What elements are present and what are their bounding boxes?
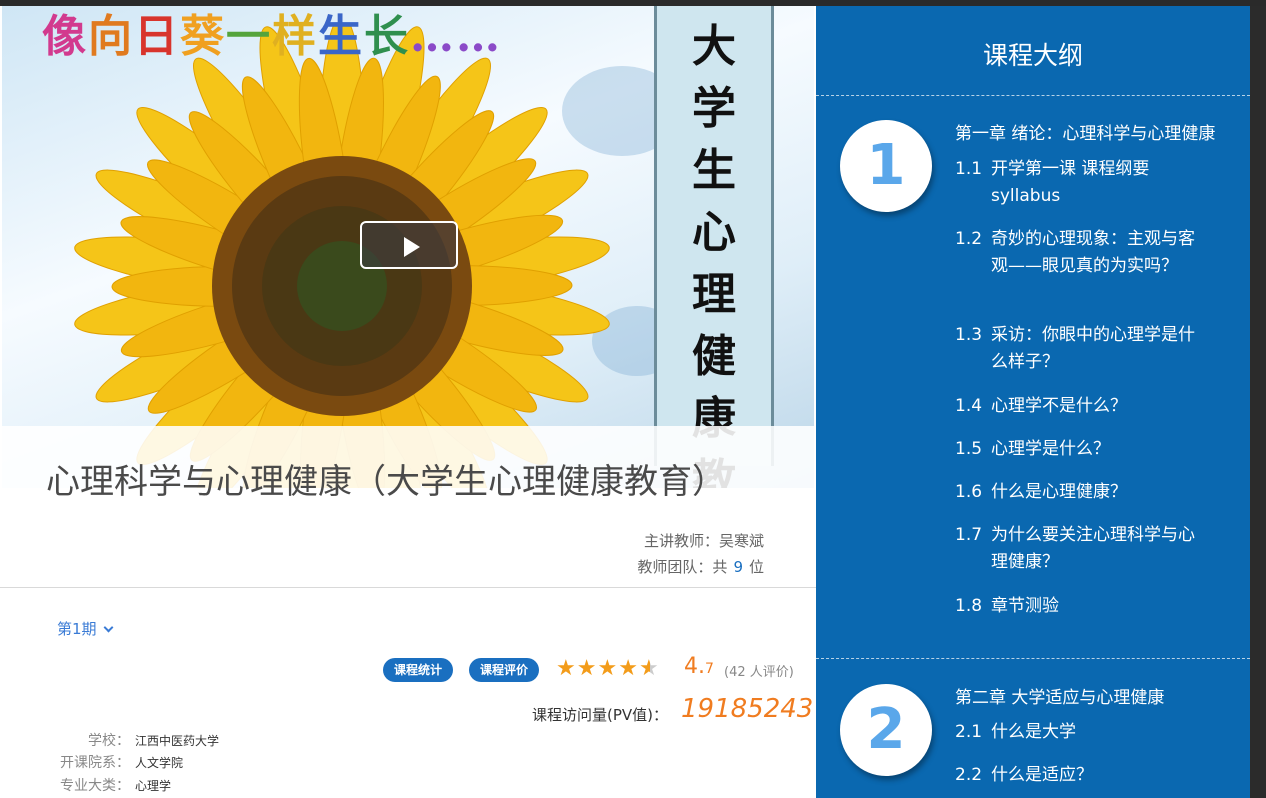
team-count[interactable]: 9 bbox=[733, 558, 743, 576]
banner-char: 日 bbox=[134, 11, 180, 62]
vertical-title-char: 学 bbox=[692, 83, 736, 134]
chapter-number: 1 bbox=[866, 133, 906, 198]
banner-char: …… bbox=[410, 11, 502, 62]
rating-value: 4.7 bbox=[684, 654, 714, 679]
info-value[interactable]: 人文学院 bbox=[135, 754, 183, 771]
lesson-title: 为什么要关注心理科学与心理健康？ bbox=[991, 525, 1195, 572]
lesson-item[interactable]: 1.4 心理学不是什么？ bbox=[955, 393, 1245, 420]
team-unit: 位 bbox=[748, 558, 764, 576]
lesson-number: 1.3 bbox=[955, 325, 983, 345]
chapter-number-badge: 2 bbox=[840, 684, 932, 776]
section-divider bbox=[0, 587, 816, 588]
lesson-number: 1.8 bbox=[955, 596, 983, 616]
vertical-title-char: 大 bbox=[692, 21, 736, 72]
lesson-number: 1.1 bbox=[955, 159, 983, 179]
outline-divider bbox=[816, 658, 1250, 659]
sunflower-image bbox=[74, 26, 610, 488]
teacher-name[interactable]: 吴寒斌 bbox=[719, 532, 764, 550]
teacher-line: 主讲教师：吴寒斌 bbox=[644, 530, 764, 551]
lesson-title: 什么是适应？ bbox=[991, 765, 1093, 785]
lesson-item[interactable]: 1.2 奇妙的心理现象：主观与客观——眼见真的为实吗？ bbox=[955, 226, 1245, 280]
chapter-number-badge: 1 bbox=[840, 120, 932, 212]
course-stats-button[interactable]: 课程统计 bbox=[383, 658, 454, 682]
lesson-number: 2.2 bbox=[955, 765, 983, 785]
lesson-title: 采访：你眼中的心理学是什么样子？ bbox=[991, 325, 1195, 372]
lesson-item[interactable]: 2.2 什么是适应？ bbox=[955, 762, 1245, 789]
rating-count: (42 人评价) bbox=[724, 665, 794, 680]
lesson-item[interactable]: 1.5 心理学是什么？ bbox=[955, 436, 1245, 463]
vertical-title-char: 健 bbox=[692, 331, 736, 382]
info-label: 开课院系： bbox=[60, 755, 130, 771]
vertical-title-char: 心 bbox=[692, 207, 736, 258]
play-icon bbox=[404, 237, 420, 257]
info-value[interactable]: 江西中医药大学 bbox=[135, 732, 219, 749]
banner-char: 一 bbox=[226, 11, 272, 62]
course-cover-video[interactable]: 像向日葵一样生长…… 大学生心理健康教育 bbox=[2, 6, 814, 488]
banner-char: 像 bbox=[42, 11, 88, 62]
vertical-title-char: 生 bbox=[692, 145, 736, 196]
rating-whole: 4. bbox=[684, 654, 705, 679]
lesson-title: 开学第一课 课程纲要 syllabus bbox=[991, 159, 1150, 206]
chapter-title[interactable]: 第一章 绪论：心理科学与心理健康 bbox=[955, 119, 1215, 144]
banner-char: 样 bbox=[272, 11, 318, 62]
pv-label: 课程访问量(PV值)： bbox=[532, 706, 669, 724]
star-icon: ★ bbox=[618, 656, 638, 681]
info-label: 学校： bbox=[88, 733, 130, 749]
lesson-number: 1.2 bbox=[955, 229, 983, 249]
cover-vertical-title: 大学生心理健康教育 bbox=[657, 16, 771, 488]
star-icon: ★ bbox=[597, 656, 618, 681]
chapter-title[interactable]: 第二章 大学适应与心理健康 bbox=[955, 683, 1164, 708]
lesson-title: 章节测验 bbox=[991, 596, 1059, 616]
banner-char: 向 bbox=[88, 11, 134, 62]
cover-vertical-banner: 大学生心理健康教育 bbox=[654, 6, 774, 488]
course-review-button[interactable]: 课程评价 bbox=[469, 658, 540, 682]
lesson-number: 1.7 bbox=[955, 525, 983, 545]
lesson-title: 什么是心理健康？ bbox=[991, 482, 1127, 502]
lesson-title: 心理学不是什么？ bbox=[991, 396, 1127, 416]
lesson-title: 心理学是什么？ bbox=[991, 439, 1110, 459]
rating-decimal: 7 bbox=[705, 661, 714, 677]
lesson-item[interactable]: 1.3 采访：你眼中的心理学是什么样子？ bbox=[955, 322, 1245, 376]
outline-divider bbox=[816, 95, 1250, 96]
lesson-item[interactable]: 2.1 什么是大学 bbox=[955, 719, 1245, 746]
vertical-title-char: 理 bbox=[692, 269, 736, 320]
window-edge bbox=[1250, 6, 1266, 798]
cover-banner-text: 像向日葵一样生长…… bbox=[42, 6, 502, 64]
outline-title: 课程大纲 bbox=[982, 41, 1083, 70]
chevron-down-icon bbox=[103, 622, 113, 633]
lesson-number: 1.5 bbox=[955, 439, 983, 459]
lesson-item[interactable]: 1.8 章节测验 bbox=[955, 593, 1245, 620]
info-value[interactable]: 心理学 bbox=[135, 777, 171, 794]
lesson-title: 什么是大学 bbox=[991, 722, 1076, 742]
lesson-number: 1.6 bbox=[955, 482, 983, 502]
star-half-icon: ★ bbox=[638, 656, 659, 681]
term-selector[interactable]: 第1期 bbox=[57, 618, 113, 639]
course-outline-panel: 课程大纲 1 第一章 绪论：心理科学与心理健康 1.1 开学第一课 课程纲要 sy… bbox=[816, 6, 1250, 798]
star-icon: ★ bbox=[576, 656, 597, 681]
chapter-number: 2 bbox=[866, 697, 906, 762]
lesson-title: 奇妙的心理现象：主观与客观——眼见真的为实吗？ bbox=[991, 229, 1195, 276]
lesson-number: 1.4 bbox=[955, 396, 983, 416]
banner-char: 葵 bbox=[180, 11, 226, 62]
rating-stars: ★★★★★ bbox=[556, 656, 660, 682]
star-icon: ★ bbox=[556, 656, 576, 681]
lesson-number: 2.1 bbox=[955, 722, 983, 742]
info-label: 专业大类： bbox=[60, 778, 130, 794]
pv-value: 19185243 bbox=[681, 694, 814, 724]
lesson-item[interactable]: 1.6 什么是心理健康？ bbox=[955, 479, 1245, 506]
course-intro-panel: 像向日葵一样生长…… 大学生心理健康教育 心理科学与心理健康（大学生心理健康教育… bbox=[0, 6, 816, 798]
term-label: 第1期 bbox=[57, 620, 97, 638]
course-title: 心理科学与心理健康（大学生心理健康教育） bbox=[46, 462, 726, 502]
teacher-label: 主讲教师： bbox=[643, 532, 719, 550]
team-line: 教师团队：共 9 位 bbox=[637, 556, 764, 577]
lesson-item[interactable]: 1.7 为什么要关注心理科学与心理健康？ bbox=[955, 522, 1245, 576]
lesson-item[interactable]: 1.1 开学第一课 课程纲要 syllabus bbox=[955, 156, 1245, 210]
team-label: 教师团队：共 bbox=[637, 558, 728, 576]
play-video-button[interactable] bbox=[360, 221, 458, 269]
banner-char: 长 bbox=[364, 11, 410, 62]
banner-char: 生 bbox=[318, 11, 364, 62]
